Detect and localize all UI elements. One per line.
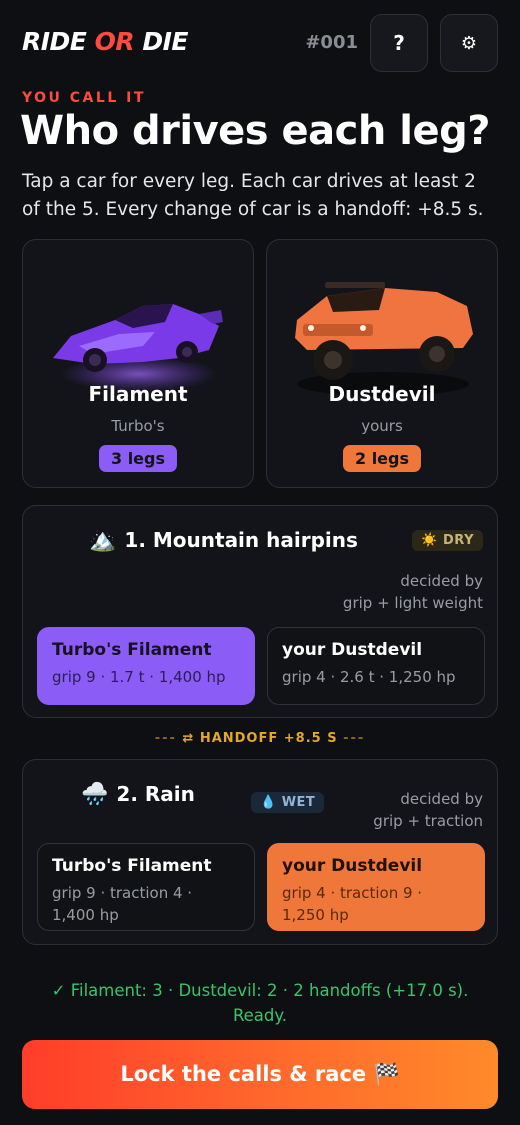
condition-badge-wet: 💧 WET: [251, 792, 325, 813]
legs-count-badge: 3 legs: [98, 445, 178, 472]
decided-by-text: decided by grip + traction: [373, 790, 483, 830]
lock-and-race-button[interactable]: Lock the calls & race 🏁: [22, 1040, 498, 1109]
car-card-dustdevil[interactable]: Dustdevil yours 2 legs: [266, 239, 498, 488]
gear-icon: ⚙: [460, 32, 478, 54]
question-icon: ?: [393, 31, 405, 55]
choice-dustdevil[interactable]: your Dustdevil grip 4 · 2.6 t · 1,250 hp: [267, 627, 485, 705]
instructions-text: Tap a car for every leg. Each car drives…: [22, 171, 484, 220]
leg-title: 🏔️ 1. Mountain hairpins: [89, 528, 358, 553]
car-name: Filament: [88, 382, 188, 406]
swap-icon: ⇄ HANDOFF +8.5 S: [182, 731, 338, 746]
choice-filament[interactable]: Turbo's Filament grip 9 · traction 4 · 1,…: [37, 843, 255, 931]
settings-button[interactable]: ⚙: [440, 14, 498, 72]
leg-title: 🌧️ 2. Rain: [81, 782, 195, 807]
choice-dustdevil[interactable]: your Dustdevil grip 4 · traction 9 · 1,25…: [267, 843, 485, 931]
car-owner: yours: [361, 417, 403, 435]
handoff-indicator: --- ⇄ HANDOFF +8.5 S ---: [154, 731, 366, 746]
legs-count-badge: 2 legs: [342, 445, 422, 472]
leg-card-mountain-hairpins: 🏔️ 1. Mountain hairpins ☀️ DRY decided by…: [22, 505, 498, 718]
eyebrow-label: YOU CALL IT: [22, 90, 146, 106]
car-name: Dustdevil: [328, 382, 436, 406]
top-bar: RIDE OR DIE #001 ? ⚙: [22, 14, 498, 72]
rain-cloud-icon: 🌧️: [81, 782, 109, 807]
puzzle-number: #001: [305, 32, 358, 53]
offroad-truck-image: [295, 282, 473, 396]
decided-by-text: decided by grip + light weight: [342, 572, 483, 612]
help-button[interactable]: ?: [370, 14, 428, 72]
mountain-icon: 🏔️: [89, 528, 117, 553]
condition-badge-dry: ☀️ DRY: [412, 530, 483, 551]
car-card-filament[interactable]: Filament Turbo's 3 legs: [22, 239, 254, 488]
car-owner: Turbo's: [111, 417, 165, 435]
app-logo: RIDE OR DIE: [22, 27, 188, 56]
leg-card-rain: 🌧️ 2. Rain 💧 WET decided by grip + tracti…: [22, 759, 498, 945]
validation-status: ✓ Filament: 3 · Dustdevil: 2 · 2 handoff…: [51, 981, 469, 1025]
choice-filament[interactable]: Turbo's Filament grip 9 · 1.7 t · 1,400 …: [37, 627, 255, 705]
page-title: Who drives each leg?: [20, 108, 490, 154]
hypercar-image: [53, 304, 223, 392]
